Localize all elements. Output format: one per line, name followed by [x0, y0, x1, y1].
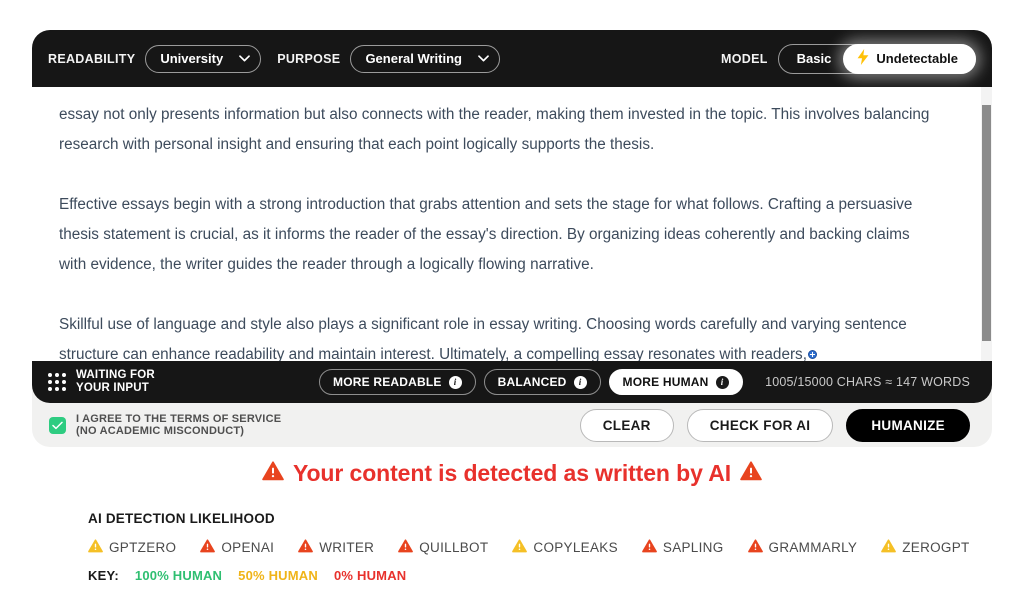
tone-pill-more-human[interactable]: MORE HUMAN i: [608, 369, 743, 395]
legend-item-100-human: 100% HUMAN: [134, 568, 223, 583]
editor-paragraph: Skillful use of language and style also …: [59, 310, 936, 361]
app-root: READABILITY University PURPOSE General W…: [0, 0, 1024, 594]
detection-heading: Your content is detected as written by A…: [0, 460, 1024, 487]
lightning-bolt-icon: [857, 49, 869, 68]
action-buttons: CLEAR CHECK FOR AI HUMANIZE: [579, 408, 970, 442]
settings-bar: READABILITY University PURPOSE General W…: [32, 30, 992, 87]
editor-panel: READABILITY University PURPOSE General W…: [32, 30, 992, 447]
editor-paragraph: essay not only presents information but …: [59, 106, 930, 153]
tone-pill-more-readable[interactable]: MORE READABLE i: [319, 369, 476, 395]
tone-pill-label: MORE HUMAN: [622, 375, 709, 389]
detector-sapling[interactable]: SAPLING: [642, 539, 724, 556]
clear-button[interactable]: CLEAR: [579, 408, 674, 442]
add-comment-anchor-icon[interactable]: [807, 350, 817, 359]
purpose-select[interactable]: General Writing: [350, 44, 500, 73]
detector-label: COPYLEAKS: [533, 540, 618, 555]
tone-pill-balanced[interactable]: BALANCED i: [483, 369, 601, 395]
tone-pill-label: MORE READABLE: [333, 375, 442, 389]
readability-label: READABILITY: [48, 51, 136, 66]
info-icon[interactable]: i: [715, 375, 729, 389]
warning-triangle-icon: [740, 460, 762, 487]
grid-dots-icon: [48, 373, 66, 391]
info-icon[interactable]: i: [448, 375, 462, 389]
detector-list: GPTZERO OPENAI WRITER QUILLBOT COPYLEAKS…: [88, 539, 1024, 556]
detector-zerogpt[interactable]: ZEROGPT: [881, 539, 969, 556]
detector-grammarly[interactable]: GRAMMARLY: [747, 539, 858, 556]
detector-openai[interactable]: OPENAI: [200, 539, 274, 556]
purpose-label: PURPOSE: [277, 51, 341, 66]
info-icon[interactable]: i: [573, 375, 587, 389]
terms-label: I AGREE TO THE TERMS OF SERVICE (NO ACAD…: [76, 412, 282, 438]
warning-triangle-icon: [881, 539, 897, 556]
warning-triangle-icon: [88, 539, 103, 556]
text-editor-content[interactable]: essay not only presents information but …: [32, 87, 966, 361]
detection-heading-text: Your content is detected as written by A…: [292, 460, 732, 486]
detection-results: Your content is detected as written by A…: [0, 460, 1024, 583]
warning-triangle-icon: [642, 539, 657, 556]
detector-label: WRITER: [319, 540, 375, 555]
terms-agreement[interactable]: I AGREE TO THE TERMS OF SERVICE (NO ACAD…: [49, 413, 281, 438]
tone-pill-label: BALANCED: [497, 375, 567, 389]
model-label: MODEL: [721, 51, 768, 66]
detector-quillbot[interactable]: QUILLBOT: [398, 539, 488, 556]
chevron-down-icon: [478, 55, 489, 62]
model-option-basic[interactable]: Basic: [783, 51, 844, 66]
detector-label: SAPLING: [662, 540, 724, 555]
editor-paragraph: Effective essays begin with a strong int…: [59, 196, 913, 273]
legend-item-50-human: 50% HUMAN: [238, 568, 318, 583]
readability-select[interactable]: University: [145, 44, 262, 73]
editor-paragraph-text: Skillful use of language and style also …: [59, 316, 907, 361]
legend-item-0-human: 0% HUMAN: [333, 568, 407, 583]
detector-gptzero[interactable]: GPTZERO: [88, 539, 176, 556]
detection-subheading: AI DETECTION LIKELIHOOD: [88, 511, 275, 526]
tone-bar: WAITING FOR YOUR INPUT MORE READABLE i B…: [32, 361, 992, 403]
check-for-ai-button[interactable]: CHECK FOR AI: [686, 408, 834, 442]
detector-label: ZEROGPT: [902, 540, 970, 555]
warning-triangle-icon: [298, 539, 314, 556]
tone-pill-group: MORE READABLE i BALANCED i MORE HUMAN i: [319, 369, 743, 395]
editor-scrollbar-track[interactable]: [981, 87, 992, 361]
model-group: MODEL Basic Undetectable: [721, 43, 976, 74]
text-editor[interactable]: essay not only presents information but …: [32, 87, 992, 361]
warning-triangle-icon: [262, 460, 284, 487]
terms-checkbox[interactable]: [49, 416, 66, 434]
legend-label: KEY:: [88, 568, 119, 583]
chevron-down-icon: [239, 55, 251, 62]
detector-label: GPTZERO: [109, 540, 177, 555]
check-icon: [52, 421, 63, 429]
action-row: I AGREE TO THE TERMS OF SERVICE (NO ACAD…: [32, 403, 992, 447]
model-toggle[interactable]: Basic Undetectable: [777, 43, 976, 74]
detector-copyleaks[interactable]: COPYLEAKS: [512, 539, 618, 556]
legend-row: KEY: 100% HUMAN 50% HUMAN 0% HUMAN: [88, 568, 1024, 583]
humanize-button[interactable]: HUMANIZE: [846, 408, 970, 442]
warning-triangle-icon: [747, 539, 763, 556]
detector-writer[interactable]: WRITER: [298, 539, 374, 556]
model-option-undetectable-label: Undetectable: [876, 51, 958, 66]
model-option-undetectable[interactable]: Undetectable: [843, 43, 976, 74]
status-group: WAITING FOR YOUR INPUT: [48, 369, 155, 395]
detector-label: GRAMMARLY: [768, 540, 858, 555]
warning-triangle-icon: [200, 539, 216, 556]
detector-label: OPENAI: [221, 540, 275, 555]
detector-label: QUILLBOT: [419, 540, 489, 555]
character-count: 1005/15000 CHARS ≈ 147 WORDS: [765, 375, 970, 389]
readability-select-value: University: [160, 51, 224, 66]
status-text: WAITING FOR YOUR INPUT: [76, 369, 155, 394]
purpose-select-value: General Writing: [365, 51, 462, 66]
editor-scrollbar-thumb[interactable]: [982, 105, 991, 341]
warning-triangle-icon: [398, 539, 414, 556]
warning-triangle-icon: [512, 539, 528, 556]
